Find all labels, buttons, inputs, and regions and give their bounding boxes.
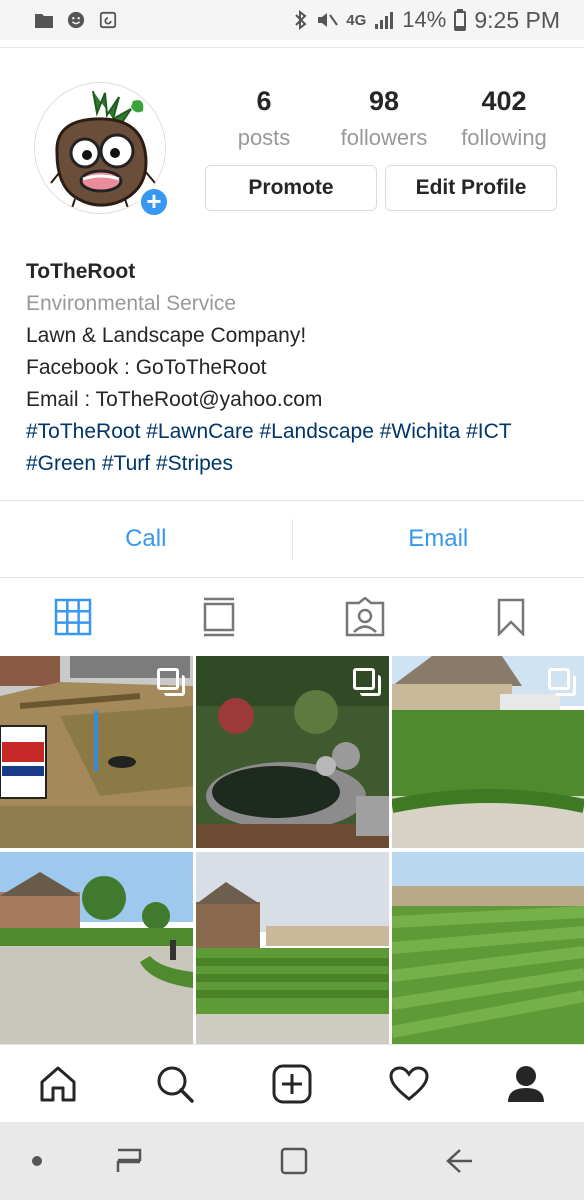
post-thumbnail-5[interactable] xyxy=(196,852,389,1044)
mute-icon xyxy=(318,13,339,27)
nav-home[interactable] xyxy=(0,1064,117,1104)
nav-profile[interactable] xyxy=(467,1064,584,1104)
contact-bar: Call Email xyxy=(0,500,584,578)
post-image-striped-field xyxy=(392,852,584,1044)
carousel-icon xyxy=(157,668,185,696)
following-stat[interactable]: 402 following xyxy=(444,86,564,151)
followers-label: followers xyxy=(340,125,428,150)
home-square-icon xyxy=(280,1147,308,1175)
recents-icon xyxy=(116,1148,142,1172)
top-divider xyxy=(0,40,584,48)
feed-icon xyxy=(203,597,235,637)
bottom-nav xyxy=(0,1044,584,1122)
bio-hashtags-1[interactable]: #ToTheRoot #LawnCare #Landscape #Wichita… xyxy=(26,416,566,448)
nav-search[interactable] xyxy=(117,1064,234,1104)
profile-stats: 6 posts 98 followers 402 following xyxy=(204,86,564,151)
battery-percent: 14% xyxy=(402,7,447,32)
folder-icon xyxy=(35,14,53,28)
status-right: 4G 14% 9:25 PM xyxy=(294,7,560,34)
add-story-badge[interactable]: + xyxy=(138,186,170,218)
posts-count: 6 xyxy=(256,86,272,116)
tagged-icon xyxy=(345,597,385,637)
followers-stat[interactable]: 98 followers xyxy=(324,86,444,151)
sys-dot xyxy=(0,1155,74,1167)
add-icon xyxy=(272,1064,312,1103)
battery-icon xyxy=(454,9,467,31)
tab-feed[interactable] xyxy=(146,597,292,637)
carousel-icon xyxy=(548,668,576,696)
tab-grid[interactable] xyxy=(0,598,146,636)
dot-icon xyxy=(32,1156,42,1166)
signal-icon xyxy=(375,12,394,29)
bluetooth-icon xyxy=(295,10,307,30)
bio-line-1: Lawn & Landscape Company! xyxy=(26,324,307,347)
saved-icon xyxy=(497,598,525,636)
status-left-icons xyxy=(34,11,118,29)
sys-back[interactable] xyxy=(404,1146,514,1176)
search-icon xyxy=(157,1066,194,1103)
profile-view-tabs xyxy=(0,579,584,655)
nav-activity[interactable] xyxy=(350,1065,467,1102)
call-button[interactable]: Call xyxy=(0,525,292,553)
profile-category: Environmental Service xyxy=(26,292,237,315)
tab-tagged[interactable] xyxy=(292,597,438,637)
post-image-street xyxy=(0,852,193,1044)
home-icon xyxy=(40,1066,76,1101)
posts-stat[interactable]: 6 posts xyxy=(204,86,324,151)
post-thumbnail-2[interactable] xyxy=(196,656,389,848)
post-thumbnail-4[interactable] xyxy=(0,852,193,1044)
followers-count: 98 xyxy=(368,86,400,116)
post-thumbnail-1[interactable] xyxy=(0,656,193,848)
bio-hashtags-2[interactable]: #Green #Turf #Stripes xyxy=(26,448,566,480)
screen-icon xyxy=(99,11,117,29)
following-label: following xyxy=(461,125,547,150)
profile-icon xyxy=(507,1065,544,1102)
system-nav-bar xyxy=(0,1122,584,1200)
carousel-icon xyxy=(353,668,381,696)
promote-button[interactable]: Promote xyxy=(205,165,377,211)
nav-add[interactable] xyxy=(234,1064,351,1104)
network-label: 4G xyxy=(346,11,367,29)
post-thumbnail-3[interactable] xyxy=(392,656,584,848)
following-count: 402 xyxy=(481,86,527,116)
edit-profile-button[interactable]: Edit Profile xyxy=(385,165,557,211)
post-grid xyxy=(0,656,584,1044)
sys-home[interactable] xyxy=(184,1146,404,1176)
heart-icon xyxy=(389,1065,429,1101)
grid-icon xyxy=(54,598,92,636)
bio-line-3: Email : ToTheRoot@yahoo.com xyxy=(26,388,323,411)
post-image-striped-lawn xyxy=(196,852,389,1044)
profile-avatar[interactable]: + xyxy=(34,82,170,218)
profile-name: ToTheRoot xyxy=(26,260,136,283)
post-thumbnail-6[interactable] xyxy=(392,852,584,1044)
email-button[interactable]: Email xyxy=(293,525,584,553)
back-icon xyxy=(446,1149,472,1173)
sys-recents[interactable] xyxy=(74,1146,184,1176)
tab-saved[interactable] xyxy=(438,598,584,636)
clock: 9:25 PM xyxy=(474,6,560,33)
status-bar: 4G 14% 9:25 PM xyxy=(0,0,584,40)
profile-bio: ToTheRoot Environmental Service Lawn & L… xyxy=(26,256,566,480)
emoji-icon xyxy=(67,11,85,29)
posts-label: posts xyxy=(237,125,291,150)
bio-line-2: Facebook : GoToTheRoot xyxy=(26,356,267,379)
